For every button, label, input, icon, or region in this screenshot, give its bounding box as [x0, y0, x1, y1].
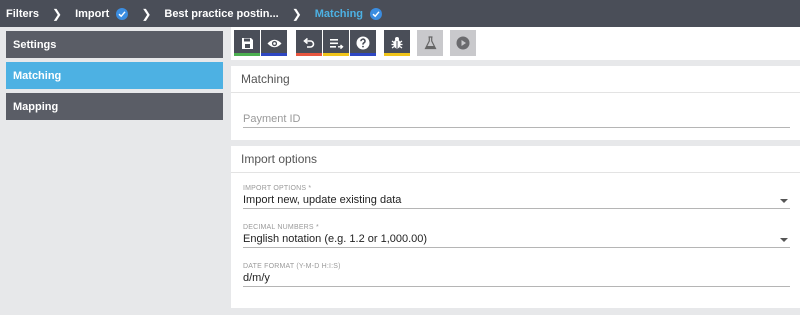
question-icon	[356, 36, 370, 50]
import-options-label: IMPORT OPTIONS *	[243, 185, 312, 192]
sidebar-item-label: Matching	[13, 69, 62, 82]
date-format-input[interactable]: d/m/y	[243, 272, 270, 284]
play-icon	[456, 36, 470, 50]
sidebar: Settings Matching Mapping	[6, 31, 223, 124]
payment-id-field[interactable]: Payment ID	[243, 113, 300, 125]
floppy-icon	[241, 37, 253, 49]
save-button[interactable]	[234, 30, 260, 56]
help-button[interactable]	[350, 30, 376, 56]
date-format-label: DATE FORMAT (Y-M-D H:I:S)	[243, 263, 341, 270]
check-circle-icon	[370, 7, 383, 20]
breadcrumb: Filters ❯ Import ❯ Best practice postin.…	[0, 0, 800, 27]
chevron-right-icon: ❯	[291, 6, 302, 21]
sidebar-item-settings[interactable]: Settings	[6, 31, 223, 58]
flask-icon	[424, 36, 436, 50]
run-button[interactable]	[450, 30, 476, 56]
import-options-title: Import options	[231, 146, 800, 173]
sidebar-item-label: Mapping	[13, 100, 59, 113]
breadcrumb-item-best-practice[interactable]: Best practice postin...	[164, 8, 278, 20]
breadcrumb-item-import[interactable]: Import	[75, 7, 129, 20]
decimal-numbers-label: DECIMAL NUMBERS *	[243, 224, 319, 231]
toolbar	[231, 27, 800, 60]
import-options-panel: Import options IMPORT OPTIONS * Import n…	[231, 146, 800, 308]
matching-panel: Matching Payment ID	[231, 66, 800, 140]
undo-icon	[303, 37, 315, 48]
debug-button[interactable]	[384, 30, 410, 56]
preview-button[interactable]	[261, 30, 287, 56]
breadcrumb-item-matching[interactable]: Matching	[315, 7, 383, 20]
breadcrumb-item-filters[interactable]: Filters	[6, 8, 39, 20]
chevron-right-icon: ❯	[141, 6, 152, 21]
sort-button[interactable]	[323, 30, 349, 56]
sidebar-item-matching[interactable]: Matching	[6, 62, 223, 89]
list-arrow-icon	[329, 39, 344, 49]
sidebar-item-mapping[interactable]: Mapping	[6, 93, 223, 120]
chevron-down-icon[interactable]	[780, 238, 788, 242]
test-button[interactable]	[417, 30, 443, 56]
chevron-right-icon: ❯	[52, 6, 63, 21]
check-circle-icon	[116, 7, 129, 20]
matching-title: Matching	[231, 66, 800, 93]
sidebar-item-label: Settings	[13, 38, 57, 51]
undo-button[interactable]	[296, 30, 322, 56]
import-options-select[interactable]: Import new, update existing data	[243, 194, 401, 206]
payment-id-underline	[243, 127, 790, 128]
bug-icon	[391, 37, 403, 49]
eye-icon	[267, 39, 281, 47]
chevron-down-icon[interactable]	[780, 199, 788, 203]
decimal-numbers-select[interactable]: English notation (e.g. 1.2 or 1,000.00)	[243, 233, 427, 245]
